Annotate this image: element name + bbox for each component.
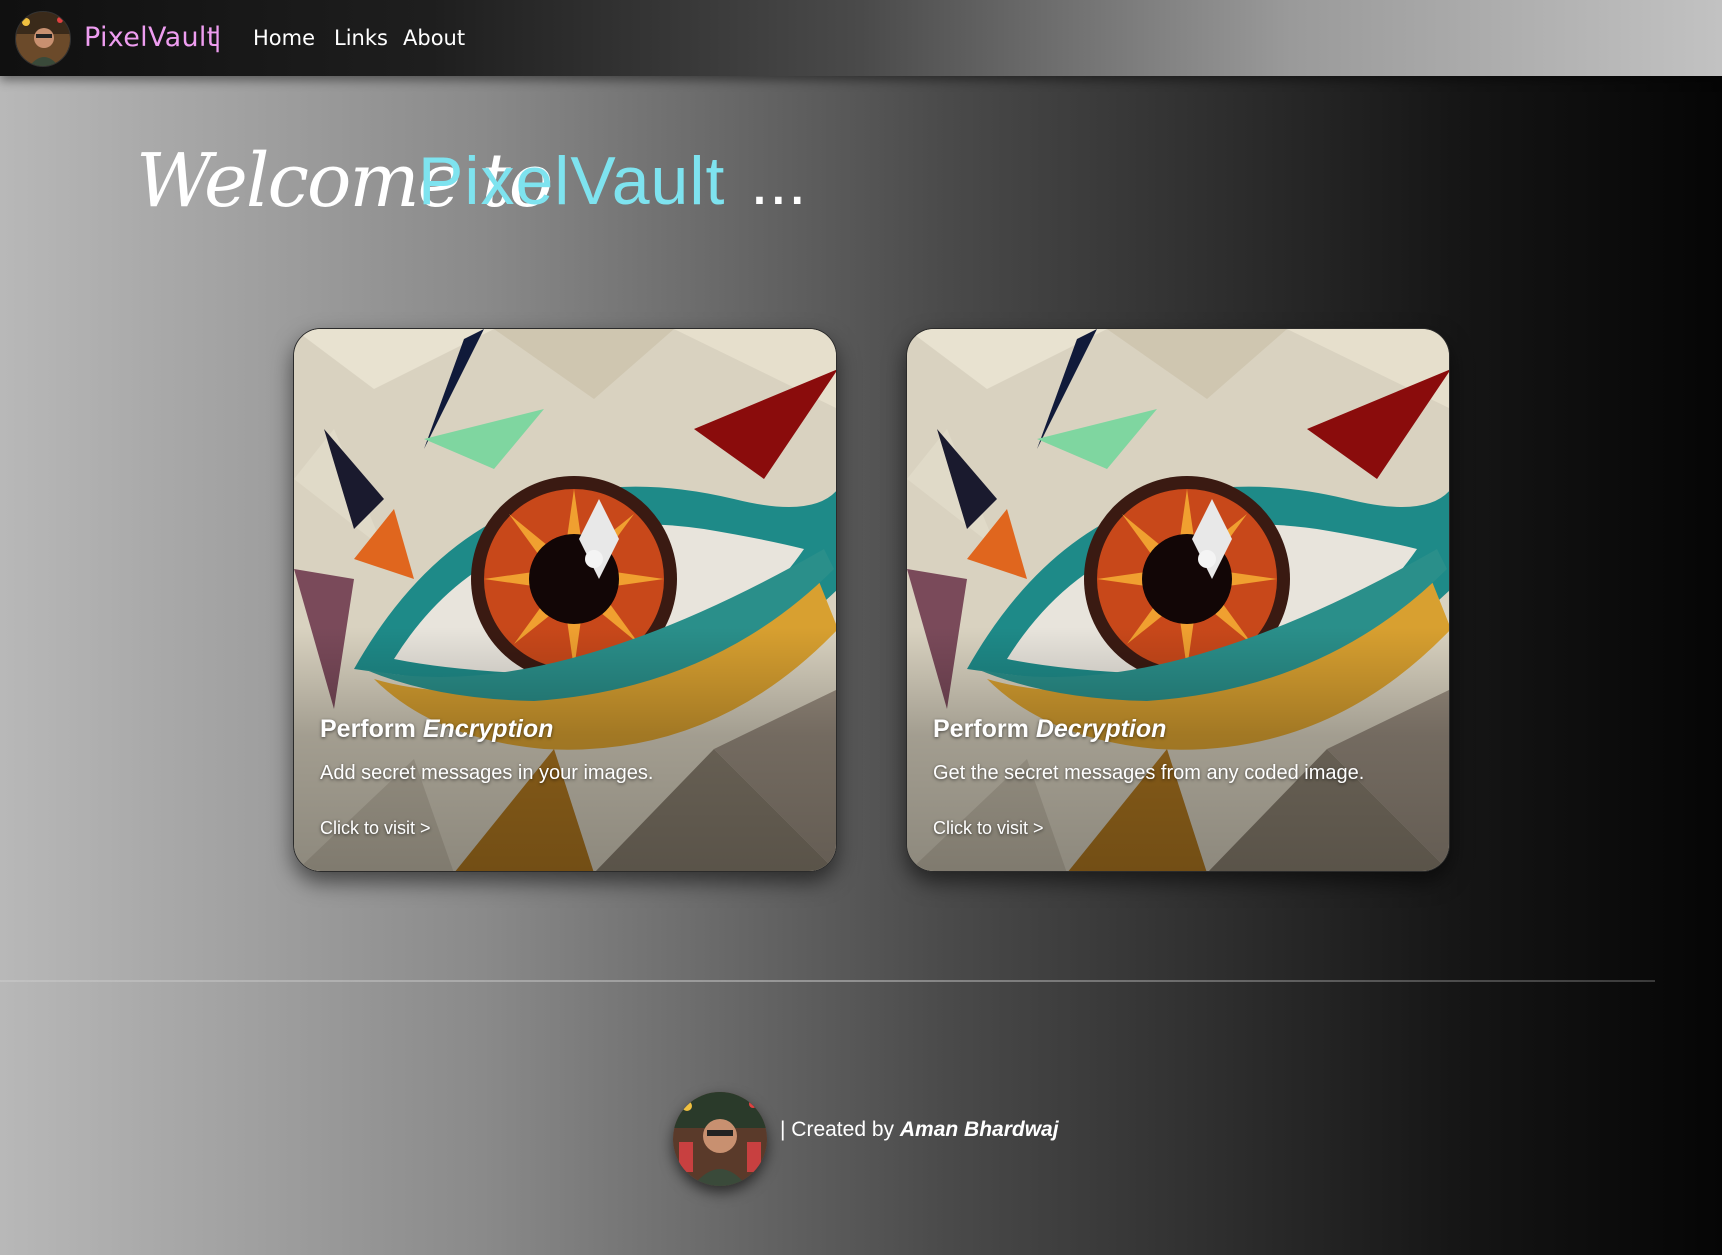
footer-credit-prefix: | Created by: [780, 1118, 895, 1141]
encryption-card[interactable]: Perform Encryption Add secret messages i…: [293, 328, 837, 872]
card-title: Perform Decryption: [933, 715, 1166, 744]
author-avatar-icon: [673, 1092, 767, 1186]
card-overlay: [294, 329, 836, 871]
footer-divider: [0, 980, 1655, 982]
footer-credit: | Created by Aman Bhardwaj: [780, 1118, 1059, 1142]
card-visit-link[interactable]: Click to visit >: [320, 818, 431, 839]
nav-link-about[interactable]: About: [403, 26, 465, 50]
card-title-prefix: Perform: [933, 715, 1029, 743]
welcome-ellipsis: ...: [750, 143, 807, 219]
nav-link-links[interactable]: Links: [334, 26, 388, 50]
welcome-brand-name: PixelVault: [418, 143, 726, 219]
card-title-emphasis: Decryption: [1035, 715, 1167, 743]
user-avatar-icon[interactable]: [15, 11, 71, 67]
card-title: Perform Encryption: [320, 715, 553, 744]
card-visit-link[interactable]: Click to visit >: [933, 818, 1044, 839]
card-title-prefix: Perform: [320, 715, 416, 743]
nav-link-home[interactable]: Home: [253, 26, 315, 50]
card-overlay: [907, 329, 1449, 871]
navbar: PixelVault | Home Links About: [0, 0, 1722, 76]
card-description: Add secret messages in your images.: [320, 762, 654, 784]
decryption-card[interactable]: Perform Decryption Get the secret messag…: [906, 328, 1450, 872]
footer-author-name: Aman Bhardwaj: [899, 1118, 1059, 1141]
card-description: Get the secret messages from any coded i…: [933, 762, 1365, 784]
brand-name[interactable]: PixelVault: [84, 22, 218, 53]
card-title-emphasis: Encryption: [422, 715, 554, 743]
brand-separator: |: [213, 22, 223, 53]
